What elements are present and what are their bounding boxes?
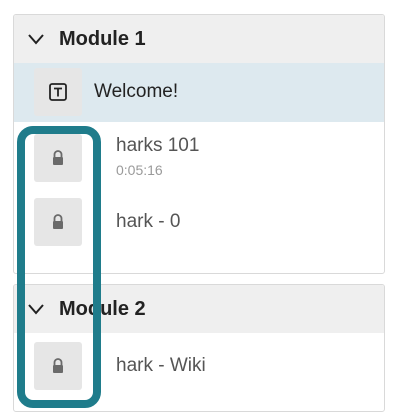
lesson-duration: 0:05:16 — [116, 162, 163, 178]
lesson-label: hark - Wiki — [116, 355, 206, 376]
text-icon — [34, 68, 82, 116]
chevron-down-icon[interactable] — [26, 29, 46, 49]
lesson-label: hark - 0 — [116, 211, 181, 232]
lesson-item-welcome[interactable]: Welcome! — [14, 63, 384, 122]
module-1-title: Module 1 — [59, 28, 146, 50]
highlight-overlay — [17, 126, 101, 408]
course-outline: Module 1 Welcome! harks 101 0:05:16 hark… — [0, 0, 404, 419]
lesson-label: harks 101 — [116, 135, 200, 156]
module-1-header[interactable]: Module 1 — [14, 15, 384, 63]
lesson-label: Welcome! — [94, 81, 179, 102]
